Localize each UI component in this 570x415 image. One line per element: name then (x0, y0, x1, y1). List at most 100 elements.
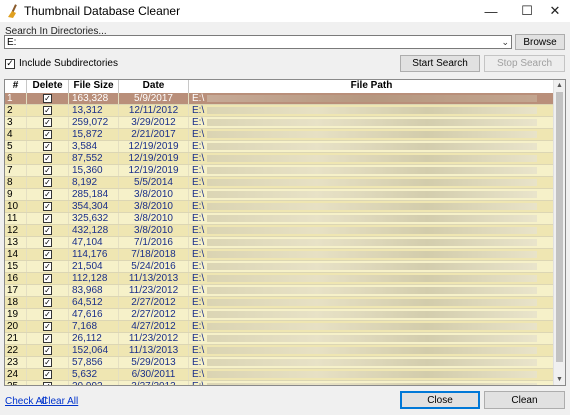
delete-checkbox[interactable]: ✓ (43, 286, 52, 295)
row-date: 12/11/2012 (119, 105, 189, 116)
delete-checkbox[interactable]: ✓ (43, 334, 52, 343)
table-row[interactable]: 11 ✓ 325,632 3/8/2010 E:\ (5, 213, 555, 225)
column-header-date[interactable]: Date (119, 80, 189, 93)
delete-checkbox[interactable]: ✓ (43, 106, 52, 115)
table-row[interactable]: 25 ✓ 20,9923/27/2013E:\ (5, 381, 555, 385)
redacted-path-mask (207, 359, 537, 366)
table-row[interactable]: 20 ✓ 7,168 4/27/2012 E:\ (5, 321, 555, 333)
column-header-delete[interactable]: Delete (27, 80, 69, 93)
row-file-path: E:\ (189, 165, 555, 176)
delete-checkbox[interactable]: ✓ (43, 358, 52, 367)
scroll-up-icon[interactable]: ▲ (554, 80, 565, 91)
file-path-text: E:\ (192, 309, 205, 320)
row-file-size: 354,304 (69, 201, 119, 212)
include-subdirectories-label: Include Subdirectories (19, 58, 118, 69)
table-row[interactable]: 2 ✓ 13,312 12/11/2012 E:\ (5, 105, 555, 117)
table-row[interactable]: 4 ✓ 15,872 2/21/2017 E:\ (5, 129, 555, 141)
vertical-scrollbar[interactable]: ▲ ▼ (553, 80, 565, 385)
redacted-path-mask (207, 299, 537, 306)
delete-checkbox[interactable]: ✓ (43, 346, 52, 355)
delete-checkbox[interactable]: ✓ (43, 190, 52, 199)
delete-checkbox[interactable]: ✓ (43, 250, 52, 259)
table-row[interactable]: 6 ✓ 87,552 12/19/2019 E:\ (5, 153, 555, 165)
delete-checkbox[interactable]: ✓ (43, 154, 52, 163)
delete-checkbox[interactable]: ✓ (43, 238, 52, 247)
file-path-text: E:\ (192, 357, 205, 368)
delete-checkbox[interactable]: ✓ (43, 166, 52, 175)
table-row[interactable]: 3 ✓ 259,072 3/29/2012 E:\ (5, 117, 555, 129)
table-row[interactable]: 1 ✓ 163,328 5/9/2017 E:\ (5, 93, 555, 105)
row-file-path: E:\ (189, 105, 555, 116)
delete-checkbox[interactable]: ✓ (43, 226, 52, 235)
file-path-text: E:\ (192, 201, 205, 212)
table-row[interactable]: 19 ✓ 47,616 2/27/2012 E:\ (5, 309, 555, 321)
start-search-button[interactable]: Start Search (400, 55, 480, 72)
redacted-path-mask (207, 335, 537, 342)
clear-all-link[interactable]: Clear All (41, 396, 78, 407)
clean-button[interactable]: Clean (484, 391, 565, 409)
file-path-text: E:\ (192, 165, 205, 176)
delete-checkbox[interactable]: ✓ (43, 274, 52, 283)
row-date: 3/8/2010 (119, 213, 189, 224)
row-number: 13 (5, 237, 27, 248)
table-row[interactable]: 22 ✓ 152,064 11/13/2013 E:\ (5, 345, 555, 357)
delete-checkbox[interactable]: ✓ (43, 142, 52, 151)
row-date: 7/18/2018 (119, 249, 189, 260)
delete-checkbox[interactable]: ✓ (43, 130, 52, 139)
minimize-button[interactable]: — (472, 0, 510, 22)
delete-checkbox[interactable]: ✓ (43, 382, 52, 385)
table-row[interactable]: 10 ✓ 354,304 3/8/2010 E:\ (5, 201, 555, 213)
row-file-path: E:\ (189, 117, 555, 128)
row-date: 7/1/2016 (119, 237, 189, 248)
delete-checkbox[interactable]: ✓ (43, 322, 52, 331)
row-delete-cell: ✓ (27, 189, 69, 200)
close-button[interactable]: Close (400, 391, 480, 409)
column-header-file-size[interactable]: File Size (69, 80, 119, 93)
column-header-file-path[interactable]: File Path (189, 80, 555, 93)
delete-checkbox[interactable]: ✓ (43, 202, 52, 211)
table-row[interactable]: 9 ✓ 285,184 3/8/2010 E:\ (5, 189, 555, 201)
delete-checkbox[interactable]: ✓ (43, 262, 52, 271)
file-path-text: E:\ (192, 141, 205, 152)
delete-checkbox[interactable]: ✓ (43, 214, 52, 223)
scroll-down-icon[interactable]: ▼ (554, 374, 565, 385)
delete-checkbox[interactable]: ✓ (43, 118, 52, 127)
results-grid[interactable]: # Delete File Size Date File Path 1 ✓ 163,… (4, 79, 566, 386)
table-row[interactable]: 18 ✓ 64,512 2/27/2012 E:\ (5, 297, 555, 309)
checkbox-icon[interactable]: ✓ (5, 58, 15, 69)
file-path-text: E:\ (192, 93, 205, 104)
delete-checkbox[interactable]: ✓ (43, 298, 52, 307)
table-row[interactable]: 21 ✓ 26,112 11/23/2012 E:\ (5, 333, 555, 345)
delete-checkbox[interactable]: ✓ (43, 310, 52, 319)
row-date: 4/27/2012 (119, 321, 189, 332)
table-row[interactable]: 5 ✓ 3,584 12/19/2019 E:\ (5, 141, 555, 153)
table-row[interactable]: 15 ✓ 21,504 5/24/2016 E:\ (5, 261, 555, 273)
row-number: 9 (5, 189, 27, 200)
table-row[interactable]: 14 ✓ 114,176 7/18/2018 E:\ (5, 249, 555, 261)
close-window-button[interactable]: ✕ (540, 0, 570, 22)
delete-checkbox[interactable]: ✓ (43, 178, 52, 187)
table-row[interactable]: 7 ✓ 15,360 12/19/2019 E:\ (5, 165, 555, 177)
table-row[interactable]: 16 ✓ 112,128 11/13/2013 E:\ (5, 273, 555, 285)
file-path-text: E:\ (192, 285, 205, 296)
column-header-number[interactable]: # (5, 80, 27, 93)
grid-header: # Delete File Size Date File Path (5, 80, 555, 94)
delete-checkbox[interactable]: ✓ (43, 94, 52, 103)
browse-button[interactable]: Browse (515, 34, 565, 50)
row-file-size: 259,072 (69, 117, 119, 128)
table-row[interactable]: 8 ✓ 8,192 5/5/2014 E:\ (5, 177, 555, 189)
table-row[interactable]: 23 ✓ 57,856 5/29/2013 E:\ (5, 357, 555, 369)
include-subdirectories-checkbox[interactable]: ✓ Include Subdirectories (5, 58, 118, 69)
row-delete-cell: ✓ (27, 381, 69, 385)
table-row[interactable]: 12 ✓ 432,128 3/8/2010 E:\ (5, 225, 555, 237)
delete-checkbox[interactable]: ✓ (43, 370, 52, 379)
directory-combo[interactable]: E: ⌄ (4, 35, 512, 49)
chevron-down-icon[interactable]: ⌄ (501, 36, 509, 49)
row-file-size: 432,128 (69, 225, 119, 236)
table-row[interactable]: 13 ✓ 47,104 7/1/2016 E:\ (5, 237, 555, 249)
row-file-size: 13,312 (69, 105, 119, 116)
table-row[interactable]: 17 ✓ 83,968 11/23/2012 E:\ (5, 285, 555, 297)
scrollbar-thumb[interactable] (556, 92, 563, 362)
row-date: 3/8/2010 (119, 189, 189, 200)
table-row[interactable]: 24 ✓ 5,632 6/30/2011 E:\ (5, 369, 555, 381)
